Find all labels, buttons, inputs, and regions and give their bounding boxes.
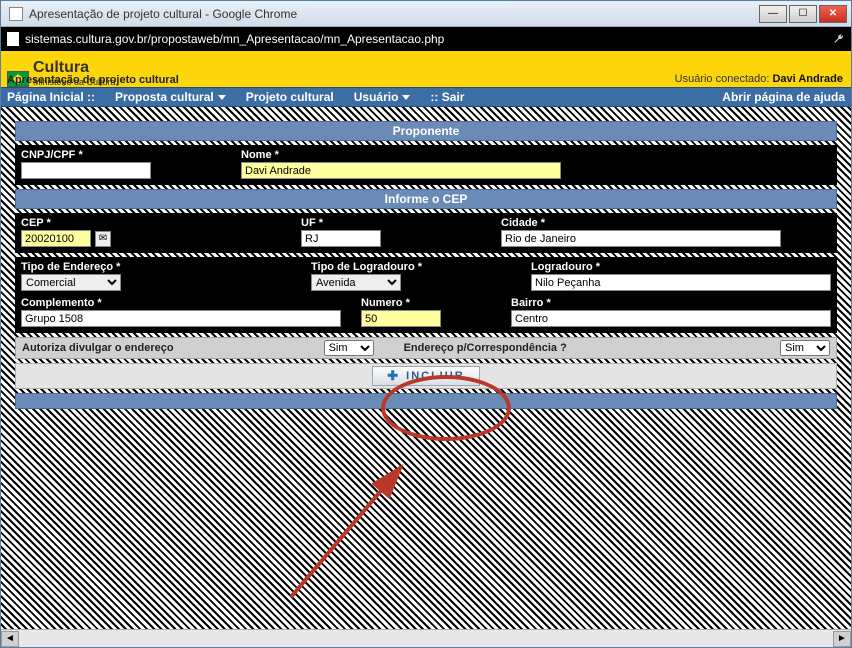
label-tipo-logradouro: Tipo de Logradouro *	[311, 261, 511, 273]
incluir-label: INCLUIR	[406, 370, 465, 382]
menu-help[interactable]: Abrir página de ajuda	[722, 90, 845, 104]
chevron-down-icon	[402, 95, 410, 100]
cep-lookup-icon[interactable]: ✉	[95, 231, 111, 247]
cnpj-input[interactable]	[21, 162, 151, 179]
menu-sair[interactable]: :: Sair	[430, 90, 464, 104]
section-informe-cep: Informe o CEP	[15, 189, 837, 209]
cep-input[interactable]	[21, 230, 91, 247]
content-area: Proponente CNPJ/CPF * Nome * Informe o C…	[1, 107, 851, 647]
menubar: Página Inicial :: Proposta cultural Proj…	[1, 87, 851, 107]
menu-projeto[interactable]: Projeto cultural	[246, 90, 334, 104]
logradouro-input[interactable]	[531, 274, 831, 291]
wrench-icon[interactable]	[833, 33, 845, 45]
label-logradouro: Logradouro *	[531, 261, 831, 273]
footer-bar	[15, 393, 837, 409]
label-complemento: Complemento *	[21, 297, 341, 309]
minimize-button[interactable]: —	[759, 5, 787, 23]
connected-user: Usuário conectado: Davi Andrade	[675, 73, 843, 85]
uf-input[interactable]	[301, 230, 381, 247]
panel-cep: CEP * ✉ UF * Cidade *	[15, 213, 837, 253]
autoriza-select[interactable]: Sim	[324, 340, 374, 356]
form-wrapper: Proponente CNPJ/CPF * Nome * Informe o C…	[15, 121, 837, 409]
label-tipo-endereco: Tipo de Endereço *	[21, 261, 291, 273]
connected-label: Usuário conectado:	[675, 73, 770, 85]
cidade-input[interactable]	[501, 230, 781, 247]
address-bar: sistemas.cultura.gov.br/propostaweb/mn_A…	[1, 27, 851, 51]
window-frame: Apresentação de projeto cultural - Googl…	[0, 0, 852, 648]
banner-subtitle: Apresentação de projeto cultural	[7, 74, 179, 86]
nome-input[interactable]	[241, 162, 561, 179]
window-title: Apresentação de projeto cultural - Googl…	[29, 7, 759, 21]
panel-proponente: CNPJ/CPF * Nome *	[15, 145, 837, 185]
section-proponente: Proponente	[15, 121, 837, 141]
label-cnpj: CNPJ/CPF *	[21, 149, 221, 161]
scroll-right-icon[interactable]: ►	[833, 631, 851, 647]
label-uf: UF *	[301, 217, 481, 229]
bairro-input[interactable]	[511, 310, 831, 327]
label-autoriza: Autoriza divulgar o endereço	[22, 342, 174, 354]
menu-proposta[interactable]: Proposta cultural	[115, 90, 226, 104]
label-cidade: Cidade *	[501, 217, 831, 229]
incluir-button[interactable]: ✚ INCLUIR	[372, 366, 480, 386]
scroll-left-icon[interactable]: ◄	[1, 631, 19, 647]
app-icon	[9, 7, 23, 21]
connected-username: Davi Andrade	[772, 73, 843, 85]
numero-input[interactable]	[361, 310, 441, 327]
complemento-input[interactable]	[21, 310, 341, 327]
action-bar: ✚ INCLUIR	[15, 363, 837, 389]
banner: Cultura Ministério da Cultura Apresentaç…	[1, 51, 851, 87]
options-bar: Autoriza divulgar o endereço Sim Endereç…	[15, 337, 837, 359]
maximize-button[interactable]: ☐	[789, 5, 817, 23]
label-cep: CEP *	[21, 217, 281, 229]
label-nome: Nome *	[241, 149, 831, 161]
close-button[interactable]: ✕	[819, 5, 847, 23]
window-controls: — ☐ ✕	[759, 5, 851, 23]
label-bairro: Bairro *	[511, 297, 831, 309]
tipo-endereco-select[interactable]: Comercial	[21, 274, 121, 291]
label-numero: Numero *	[361, 297, 491, 309]
page-icon	[7, 32, 19, 46]
tipo-logradouro-select[interactable]: Avenida	[311, 274, 401, 291]
menu-usuario[interactable]: Usuário	[354, 90, 411, 104]
label-correspondencia: Endereço p/Correspondência ?	[404, 342, 567, 354]
panel-endereco: Tipo de Endereço * Comercial Tipo de Log…	[15, 257, 837, 333]
correspondencia-select[interactable]: Sim	[780, 340, 830, 356]
menu-home[interactable]: Página Inicial ::	[7, 90, 95, 104]
url-text[interactable]: sistemas.cultura.gov.br/propostaweb/mn_A…	[25, 32, 827, 46]
horizontal-scrollbar[interactable]: ◄ ►	[1, 629, 851, 647]
chevron-down-icon	[218, 95, 226, 100]
plus-icon: ✚	[387, 368, 400, 384]
titlebar: Apresentação de projeto cultural - Googl…	[1, 1, 851, 27]
